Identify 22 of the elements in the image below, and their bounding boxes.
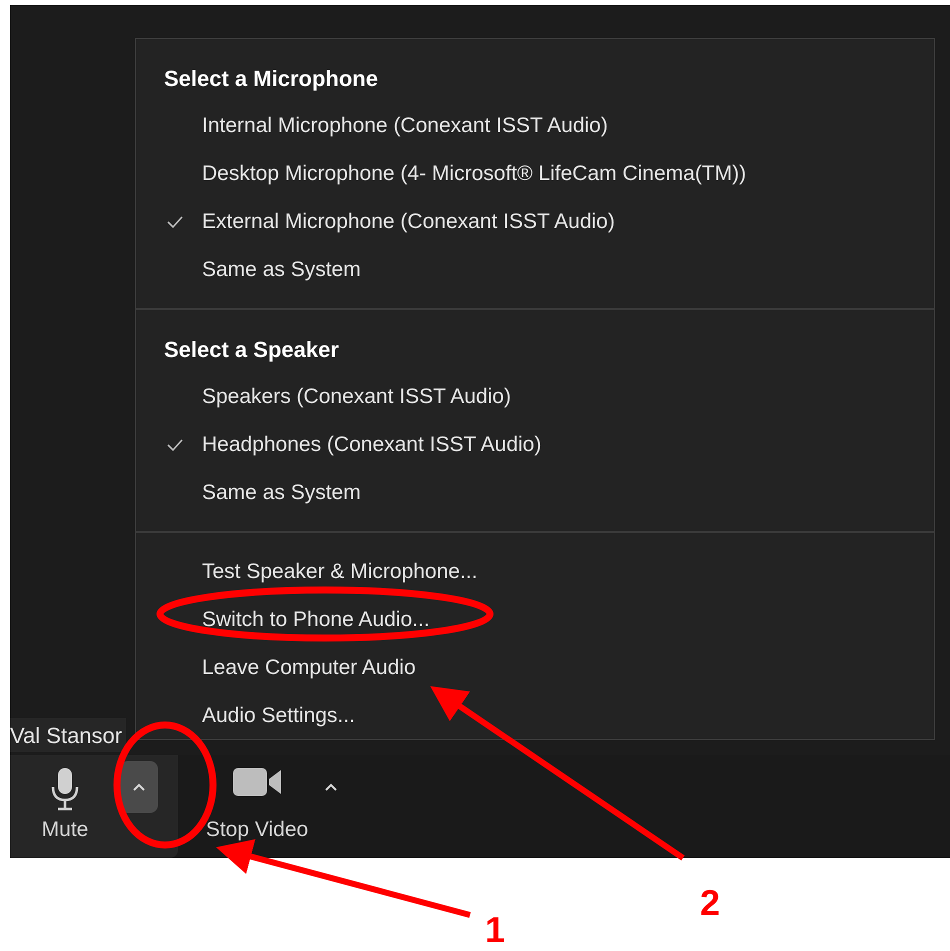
stop-video-button[interactable]: Stop Video <box>202 761 312 853</box>
menu-item[interactable]: Leave Computer Audio <box>136 644 934 692</box>
participant-name-label: Val Stansor <box>10 718 126 752</box>
caret-icon <box>324 782 338 792</box>
menu-item[interactable]: Internal Microphone (Conexant ISST Audio) <box>136 102 934 150</box>
menu-item[interactable]: External Microphone (Conexant ISST Audio) <box>136 198 934 246</box>
menu-item[interactable]: Headphones (Conexant ISST Audio) <box>136 421 934 469</box>
menu-item[interactable]: Desktop Microphone (4- Microsoft® LifeCam Cinema(TM)) <box>136 150 934 198</box>
annotation-number: 1 <box>485 912 506 948</box>
video-camera-icon <box>232 767 282 797</box>
menu-section-heading: Select a Microphone <box>163 64 379 93</box>
menu-item[interactable]: Speakers (Conexant ISST Audio) <box>136 373 934 421</box>
annotation-number: 2 <box>700 885 720 921</box>
menu-item[interactable]: Switch to Phone Audio... <box>136 596 934 644</box>
menu-item[interactable]: Audio Settings... <box>136 692 934 740</box>
menu-section-heading: Select a Speaker <box>163 336 340 364</box>
menu-item[interactable]: Test Speaker & Microphone... <box>136 548 934 596</box>
menu-item[interactable]: Same as System <box>136 246 934 294</box>
menu-item[interactable]: Same as System <box>136 469 934 517</box>
caret-icon <box>132 782 146 792</box>
microphone-icon <box>51 767 79 811</box>
audio-options-caret[interactable] <box>120 761 158 813</box>
